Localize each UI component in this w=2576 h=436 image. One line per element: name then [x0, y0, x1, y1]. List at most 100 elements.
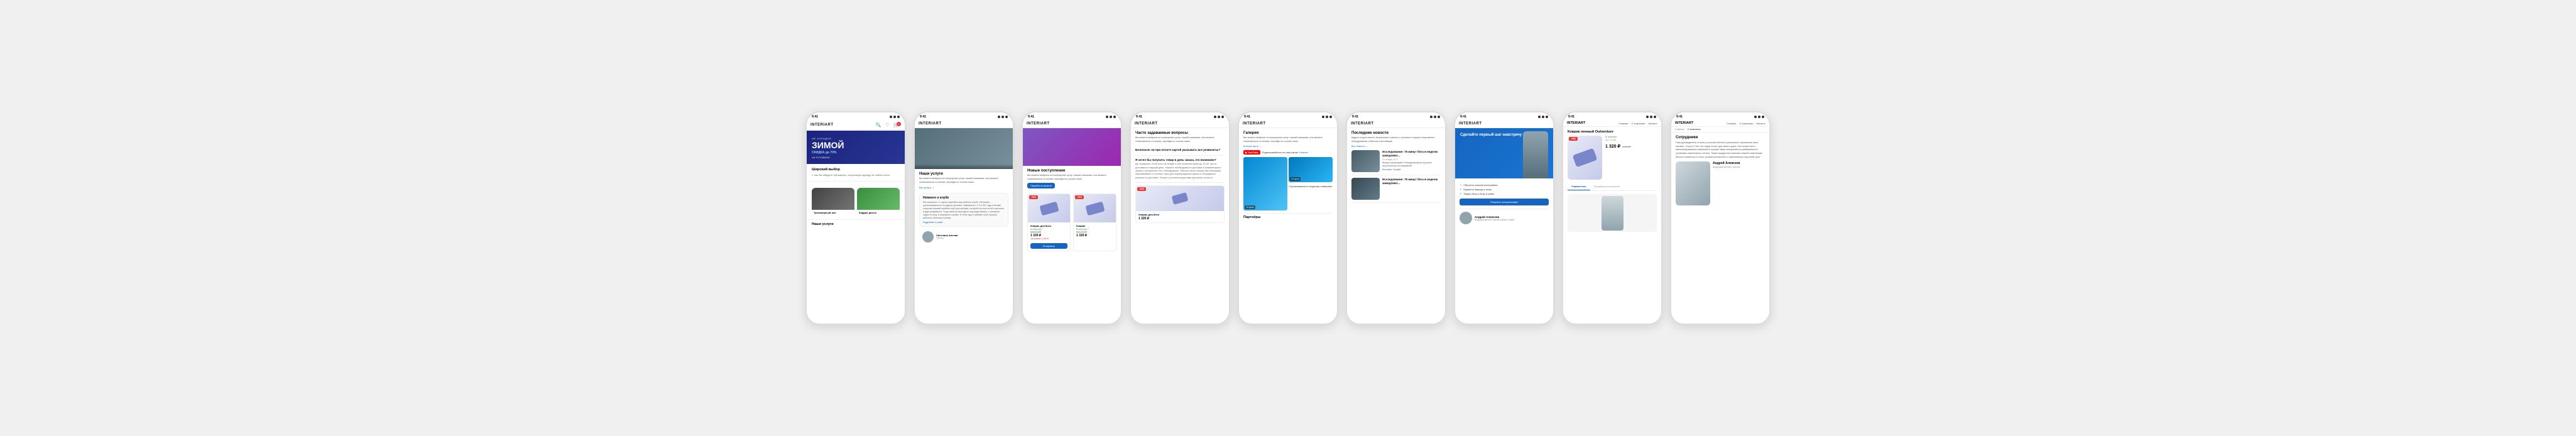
news-text-block-1: Вывод подтверждён в Международном журнал… [1382, 161, 1441, 168]
page-link-6[interactable]: Все новости → [1351, 145, 1441, 148]
battery-3 [1113, 116, 1116, 118]
tab-management[interactable]: Управление [1568, 183, 1590, 190]
page-text-4: Вы можете выбрать из популярных услуг на… [1135, 136, 1225, 143]
hero-3 [1023, 128, 1121, 166]
news-title-2: Исследование: 75 минут бега в неделю зам… [1382, 178, 1441, 185]
price-8: 1 320 ₽ [1605, 144, 1620, 149]
battery-6 [1438, 116, 1440, 118]
faq-product[interactable]: -70% Коврик для йоги 1 320 ₽ [1135, 185, 1225, 223]
nav-link-home-9[interactable]: Главная [1727, 122, 1736, 125]
status-icons-5 [1322, 116, 1332, 118]
check-1: ✓ Сбросить лишние килограммы [1460, 183, 1549, 187]
partners-title: Партнёры [1243, 215, 1333, 219]
signal-4 [1214, 116, 1216, 118]
hero-7: Сделайте первый шаг навстречу здоровью! [1455, 128, 1553, 178]
status-bar-6: 9:41 [1347, 112, 1445, 120]
nav-link-catalog-8[interactable]: Каталог [1648, 122, 1657, 125]
phones-container: 9:41 INTERIART 🔍 ♡ 🛒 1 НЕ ХОЛОДНО ЗИМОЙ … [805, 111, 1771, 325]
nav-link-catalog-9[interactable]: Каталог [1756, 122, 1766, 125]
wifi-8 [1650, 116, 1652, 118]
hero-overlay-2 [915, 164, 1013, 169]
price-row-8: 1 320 ₽ 4 400 ₽ [1605, 143, 1657, 149]
gym-label: Тренажерный зал [812, 210, 854, 215]
page-title-6: Последние новости [1351, 131, 1441, 135]
news-item-1[interactable]: Исследование: 75 минут бега в неделю зам… [1351, 150, 1441, 175]
time-7: 9:41 [1460, 115, 1466, 119]
faq-a2: Да, возможно. Если есть на складе и они … [1135, 163, 1225, 180]
art-8: Арт. 27168 [1605, 139, 1657, 141]
time-5: 9:41 [1244, 115, 1250, 119]
product-2[interactable]: -70% Коврик В наличии 7 Арт. 27168 1 320… [1073, 193, 1116, 251]
status-icons-1 [890, 116, 900, 118]
gallery-item-2[interactable]: 15 фото [1289, 157, 1333, 182]
tab-consultant[interactable]: Продавец-консультант [1590, 183, 1624, 190]
product-img-1: -70% [1028, 194, 1070, 222]
person-avatar-7 [1460, 212, 1472, 224]
status-icons-4 [1214, 116, 1224, 118]
services-list: Тренажерный зал Кардио диеты [812, 188, 900, 215]
diet-img [857, 188, 900, 210]
breadcrumb-home[interactable]: Главная [1675, 128, 1684, 131]
page-title-4: Часто задаваемые вопросы [1135, 131, 1225, 135]
page-text-5: Вы можете выбрать из популярных услуг на… [1243, 136, 1333, 143]
trainer-text: Светлана Алеева Тренер [936, 234, 958, 239]
news-text-2: Исследование: 75 минут бега в неделю зам… [1382, 178, 1441, 200]
page-link-2[interactable]: Все услуги → [919, 187, 934, 189]
products-list: -70% Коврик для йоги В наличии 7 Арт. 27… [1027, 193, 1116, 251]
staff-img-9 [1676, 161, 1710, 205]
wifi-4 [1218, 116, 1220, 118]
content-2: Наши услуги Вы можете выбрать из популяр… [915, 128, 1013, 324]
logo-8: INTERIART [1567, 121, 1585, 125]
logo-1: INTERIART [810, 123, 834, 127]
nav-link-about-8[interactable]: О компании [1631, 122, 1645, 125]
nav-bar-7: INTERIART [1455, 120, 1553, 128]
consultant-person [1602, 196, 1624, 231]
heart-icon-1[interactable]: ♡ [884, 122, 890, 128]
cta-btn-7[interactable]: Получить консультацию [1460, 199, 1549, 205]
product-detail-8: -70% В наличии Арт. 27168 1 320 ₽ 4 400 … [1568, 136, 1657, 180]
gallery-item-1[interactable]: 13 фото [1243, 157, 1287, 210]
page-text-6: Будьте в курсе всего! Актуальные новости… [1351, 136, 1441, 143]
service-diet[interactable]: Кардио диеты [857, 188, 900, 215]
product-img-8: -70% [1568, 136, 1602, 180]
breadcrumb-sep: › [1685, 128, 1686, 131]
wifi-7 [1542, 116, 1544, 118]
staff-role-9: Ведущий фитнес-тренер [1713, 166, 1765, 168]
product-info-1: Коврик для йоги В наличии 7 Арт. 27168 1… [1028, 222, 1070, 242]
catalog-btn[interactable]: Перейти в каталог [1027, 183, 1055, 188]
nav-link-home-8[interactable]: Главная [1618, 122, 1628, 125]
content-5: Галерея Вы можете выбрать из популярных … [1239, 128, 1337, 324]
logo-4: INTERIART [1135, 122, 1158, 126]
battery-1 [897, 116, 900, 118]
signal-2 [998, 116, 1000, 118]
section1: Широкий выбор У нас Вы найдете тренажеры… [807, 164, 905, 182]
page-content-8: Коврик пенный Outventure -70% В наличии … [1563, 127, 1661, 238]
page-content-5: Галерея Вы можете выбрать из популярных … [1239, 128, 1337, 222]
phone-7: 9:41 INTERIART Сделайте первый шаг навст… [1454, 111, 1554, 325]
product-art-1: Арт. 27168 [1030, 231, 1067, 233]
time-2: 9:41 [920, 115, 926, 119]
club-link[interactable]: Подробнее о клубе [923, 221, 1005, 224]
add-cart-btn-1[interactable]: В корзину [1030, 243, 1067, 249]
page-link-5[interactable]: Больше фото → [1243, 145, 1333, 148]
bottom-title: Наши услуги [812, 222, 900, 226]
service-gym[interactable]: Тренажерный зал [812, 188, 854, 215]
search-icon-1[interactable]: 🔍 [875, 122, 881, 128]
product-info-detail-8: В наличии Арт. 27168 1 320 ₽ 4 400 ₽ [1605, 136, 1657, 180]
product-art-2: Арт. 27168 [1076, 231, 1113, 233]
news-date-1: 15 января 2021 [1382, 158, 1441, 161]
nav-bar-2: INTERIART [915, 120, 1013, 128]
page-content-2: Наши услуги Вы можете выбрать из популяр… [915, 169, 1013, 248]
phone-1: 9:41 INTERIART 🔍 ♡ 🛒 1 НЕ ХОЛОДНО ЗИМОЙ … [805, 111, 906, 325]
status-icons-8 [1646, 116, 1656, 118]
faq-item-2: Я хотел бы получить товар в день заказа,… [1135, 156, 1225, 183]
nav-link-about-9[interactable]: О компании [1739, 122, 1753, 125]
staff-info-9: Андрей Алексеев Ведущий фитнес-тренер [1713, 161, 1765, 205]
trainer-info: Светлана Алеева Тренер [919, 229, 1008, 244]
club-text: Мы начинали с 1 группы аэробики при шейп… [923, 201, 1005, 219]
hero-1: НЕ ХОЛОДНО ЗИМОЙ СКИДКА до 70% НА ПУХОВИ… [807, 131, 905, 164]
news-item-2[interactable]: Исследование: 75 минут бега в неделю зам… [1351, 178, 1441, 203]
battery-4 [1221, 116, 1224, 118]
youtube-link[interactable]: Youtube [1299, 151, 1308, 154]
product-1[interactable]: -70% Коврик для йоги В наличии 7 Арт. 27… [1027, 193, 1071, 251]
